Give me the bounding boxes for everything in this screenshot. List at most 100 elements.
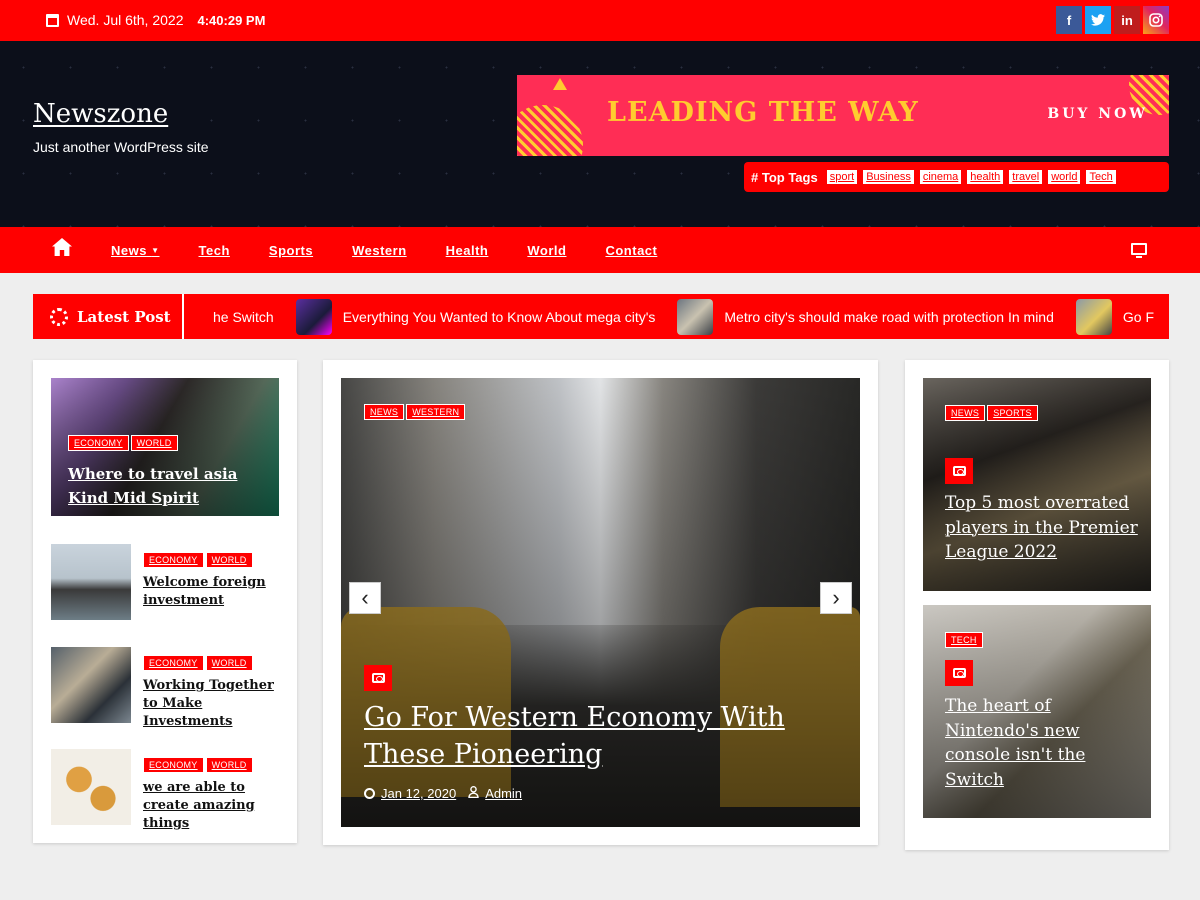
banner-headline: LEADING THE WAY [607,97,919,128]
list-categories: ECONOMY WORLD [143,755,255,773]
user-icon [468,786,479,801]
left-column: ECONOMY WORLD Where to travel asia Kind M… [33,360,297,843]
camera-icon [945,458,973,484]
slider-categories: NEWS WESTERN [364,402,467,420]
category-badge[interactable]: TECH [945,632,983,648]
time-text: 4:40:29 PM [197,12,266,28]
post-date[interactable]: Jan 12, 2020 [381,786,456,801]
home-icon[interactable] [52,238,72,261]
date-display: Wed. Jul 6th, 2022 4:40:29 PM [46,12,265,28]
site-tagline: Just another WordPress site [33,139,209,155]
featured-categories: ECONOMY WORLD [68,433,180,451]
post-camera [945,660,973,686]
camera-icon [364,665,392,691]
nav-item-news[interactable]: News ▼ [111,243,160,258]
list-item-title[interactable]: we are able to create amazing things [143,779,281,833]
nav-item-tech[interactable]: Tech [199,243,230,258]
list-item: ECONOMY WORLD Welcome foreign investment [51,544,281,620]
monitor-icon[interactable] [1131,243,1147,258]
top-tags-bar: # Top Tags sport Business cinema health … [744,162,1169,192]
caret-down-icon: ▼ [151,246,160,255]
category-badge[interactable]: WORLD [205,552,253,568]
category-badge[interactable]: WORLD [205,655,253,671]
ticker-item[interactable]: Everything You Wanted to Know About mega… [343,309,656,325]
right-column: NEWS SPORTS Top 5 most overrated players … [905,360,1169,850]
slider-meta: Jan 12, 2020 Admin [364,786,522,801]
banner-triangle [553,78,567,90]
category-badge[interactable]: ECONOMY [143,552,204,568]
featured-post-title[interactable]: Where to travel asia Kind Mid Spirit [68,462,238,510]
category-badge[interactable]: ECONOMY [68,435,129,451]
nav-item-health[interactable]: Health [446,243,489,258]
camera-icon [945,660,973,686]
category-badge[interactable]: ECONOMY [143,757,204,773]
list-item: ECONOMY WORLD we are able to create amazi… [51,749,281,831]
ticker-thumbnail [677,298,714,335]
post-categories: NEWS SPORTS [945,403,1040,421]
tag-link[interactable]: world [1048,170,1081,184]
nav-item-sports[interactable]: Sports [269,243,313,258]
social-links: f in [1056,6,1169,34]
nav-item-western[interactable]: Western [352,243,407,258]
category-badge[interactable]: NEWS [945,405,986,421]
slider-title[interactable]: Go For Western Economy With These Pionee… [364,699,804,773]
instagram-icon[interactable] [1143,6,1169,34]
post-card-image[interactable]: NEWS SPORTS Top 5 most overrated players … [923,378,1151,591]
banner-decoration [517,105,583,156]
ad-banner[interactable]: LEADING THE WAY BUY NOW [517,75,1169,156]
latest-post-label: Latest Post [33,294,184,339]
tag-link[interactable]: Tech [1086,170,1116,184]
list-item-title[interactable]: Working Together to Make Investments [143,677,281,731]
top-bar: Wed. Jul 6th, 2022 4:40:29 PM f in [0,0,1200,41]
category-badge[interactable]: WESTERN [406,404,466,420]
nav-item-contact[interactable]: Contact [605,243,657,258]
ticker-thumbnail [1075,298,1112,335]
ticker-track: he Switch Everything You Wanted to Know … [213,294,1154,339]
tag-link[interactable]: cinema [919,170,962,184]
category-badge[interactable]: SPORTS [987,405,1038,421]
main-navigation: News ▼ Tech Sports Western Health World … [0,227,1200,273]
post-card-image[interactable]: TECH The heart of Nintendo's new console… [923,605,1151,818]
slider-prev-button[interactable]: ‹ [349,582,381,614]
list-item: ECONOMY WORLD Working Together to Make In… [51,647,281,729]
category-badge[interactable]: NEWS [364,404,405,420]
list-categories: ECONOMY WORLD [143,550,255,568]
facebook-icon[interactable]: f [1056,6,1082,34]
post-categories: TECH [945,630,985,648]
list-thumbnail[interactable] [51,647,131,723]
linkedin-icon[interactable]: in [1114,6,1140,34]
tag-link[interactable]: travel [1009,170,1043,184]
latest-post-ticker: Latest Post he Switch Everything You Wan… [33,294,1169,339]
site-title[interactable]: Newszone [33,99,209,129]
category-badge[interactable]: WORLD [130,435,178,451]
list-thumbnail[interactable] [51,544,131,620]
slider-next-button[interactable]: › [820,582,852,614]
post-author[interactable]: Admin [485,786,522,801]
hash-icon: # [751,169,759,185]
twitter-icon[interactable] [1085,6,1111,34]
nav-item-world[interactable]: World [527,243,566,258]
featured-post-image[interactable]: ECONOMY WORLD Where to travel asia Kind M… [51,378,279,516]
top-tags-label: # Top Tags [751,169,818,185]
slider-image[interactable]: NEWS WESTERN ‹ › Go For Western Economy W… [341,378,860,827]
tag-link[interactable]: sport [826,170,858,184]
calendar-icon [46,13,59,27]
ticker-thumbnail [295,298,332,335]
tag-link[interactable]: health [967,170,1004,184]
ticker-item[interactable]: Go F [1123,309,1154,325]
post-card-title[interactable]: The heart of Nintendo's new console isn'… [945,694,1115,792]
category-badge[interactable]: WORLD [205,757,253,773]
ticker-item[interactable]: Metro city's should make road with prote… [724,309,1054,325]
clock-icon [364,788,375,799]
tag-link[interactable]: Business [863,170,914,184]
ticker-item[interactable]: he Switch [213,309,274,325]
spinner-icon [50,307,68,326]
site-header: Newszone Just another WordPress site LEA… [0,41,1200,227]
date-text: Wed. Jul 6th, 2022 [67,12,184,28]
list-thumbnail[interactable] [51,749,131,825]
branding: Newszone Just another WordPress site [33,99,209,155]
list-item-title[interactable]: Welcome foreign investment [143,574,281,610]
category-badge[interactable]: ECONOMY [143,655,204,671]
list-categories: ECONOMY WORLD [143,653,255,671]
post-card-title[interactable]: Top 5 most overrated players in the Prem… [945,491,1145,565]
